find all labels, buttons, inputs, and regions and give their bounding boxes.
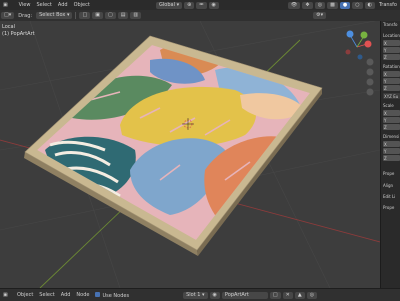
options-dropdown[interactable]: ⚙▾ [313, 12, 327, 19]
navigation-gizmo[interactable] [345, 30, 372, 60]
divider [75, 12, 77, 19]
viewport-scene [0, 21, 380, 288]
dimensions-x-field[interactable]: X [383, 141, 400, 147]
duplicate-material-icon[interactable]: □ [269, 291, 281, 299]
grid-view-icon[interactable] [366, 88, 374, 96]
shading-material-icon[interactable]: ○ [352, 1, 363, 9]
gizmo-neg-z-icon[interactable] [357, 54, 363, 60]
gizmo-neg-x-icon[interactable] [345, 49, 351, 55]
xray-icon[interactable]: ▩ [327, 1, 338, 9]
proportional-edit-icon[interactable]: ◉ [208, 1, 219, 9]
visibility-icon[interactable]: 👁 [287, 1, 301, 9]
overlay-icon[interactable]: ◎ [314, 1, 326, 9]
n-panel-sidebar: Transfo Location X Y Z Rotation X Y Z XY… [380, 21, 400, 288]
material-name-label: PopArtArt [224, 291, 249, 298]
3d-viewport[interactable]: Local (1) PopArtArt [0, 21, 380, 288]
rotation-z-field[interactable]: Z [383, 85, 400, 91]
material-browse-icon[interactable]: ◉ [209, 291, 220, 299]
material-name-field[interactable]: PopArtArt [221, 291, 268, 299]
select-mode-dropdown[interactable]: Select Box ▾ [36, 12, 73, 19]
shading-solid-icon[interactable]: ● [339, 1, 351, 9]
properties-panel-header[interactable]: Prope [383, 171, 394, 176]
select-mode-intersect-icon[interactable]: ▥ [130, 12, 142, 19]
location-y-field[interactable]: Y [383, 47, 400, 53]
select-mode-invert-icon[interactable]: ▤ [117, 12, 129, 19]
slot-label: Slot 1 [186, 291, 201, 298]
select-mode-set-icon[interactable]: □ [79, 12, 91, 19]
shading-rendered-icon[interactable]: ◐ [364, 1, 375, 9]
rotation-label: Rotation [383, 64, 400, 69]
rotation-mode-dropdown[interactable]: XYZ Eu [383, 93, 400, 99]
zoom-icon[interactable] [366, 58, 374, 66]
dimensions-y-field[interactable]: Y [383, 148, 400, 154]
orientation-label: Global [159, 1, 175, 8]
select-mode-label: Select Box [39, 12, 66, 18]
use-nodes-toggle[interactable]: Use Nodes [92, 291, 132, 299]
use-nodes-label: Use Nodes [102, 292, 130, 299]
menu-view[interactable]: View [16, 2, 34, 8]
shader-editor-header: ▣ Object Select Add Node Use Nodes Slot … [0, 288, 400, 301]
pan-hand-icon[interactable] [366, 68, 374, 76]
slot-dropdown[interactable]: Slot 1 ▾ [183, 291, 208, 299]
location-z-field[interactable]: Z [383, 54, 400, 60]
tool-settings-bar: □▾ Drag: Select Box ▾ □ ▣ ▢ ▤ ▥ ⚙▾ [0, 10, 400, 21]
menu-select[interactable]: Select [33, 2, 54, 8]
scale-label: Scale [383, 103, 394, 108]
menu-node[interactable]: Node [73, 292, 92, 298]
scale-y-field[interactable]: Y [383, 117, 400, 123]
properties-panel-header-2[interactable]: Prope [383, 205, 394, 210]
drag-label: Drag: [18, 12, 33, 19]
dimensions-z-field[interactable]: Z [383, 155, 400, 161]
align-panel-header[interactable]: Align [383, 183, 393, 188]
location-label: Location [383, 33, 400, 38]
edit-linked-panel-header[interactable]: Edit Li [383, 194, 395, 199]
select-mode-subtract-icon[interactable]: ▢ [104, 12, 116, 19]
unlink-material-icon[interactable]: ✕ [282, 291, 293, 299]
location-x-field[interactable]: X [383, 40, 400, 46]
menu-select[interactable]: Select [36, 292, 57, 298]
checkbox-icon [95, 291, 101, 297]
menu-add[interactable]: Add [58, 292, 74, 298]
menu-object[interactable]: Object [14, 292, 36, 298]
gizmo-y-icon[interactable] [360, 31, 368, 39]
scale-z-field[interactable]: Z [383, 124, 400, 130]
dimensions-label: Dimensi [383, 134, 400, 139]
active-object-label: (1) PopArtArt [2, 31, 35, 37]
overlay-icon[interactable]: ◎ [306, 291, 318, 299]
select-mode-extend-icon[interactable]: ▣ [92, 12, 103, 19]
menu-add[interactable]: Add [55, 2, 71, 8]
snap-icon[interactable]: ⚮ [196, 1, 207, 9]
editor-type-icon[interactable]: ▣ [0, 292, 14, 298]
scale-x-field[interactable]: X [383, 110, 400, 116]
gizmo-x-icon[interactable] [364, 40, 372, 48]
properties-hint[interactable]: Transfo [376, 2, 400, 8]
transform-panel-header[interactable]: Transfo [383, 22, 397, 27]
camera-view-icon[interactable] [366, 78, 374, 86]
viewport-nav-buttons [366, 58, 374, 96]
transform-orientation-dropdown[interactable]: Global ▾ [156, 1, 183, 9]
view-mode-label: Local [2, 24, 15, 30]
gizmo-z-icon[interactable] [346, 30, 354, 38]
rotation-x-field[interactable]: X [383, 71, 400, 77]
menu-object[interactable]: Object [71, 2, 93, 8]
gizmo-icon[interactable]: ❖ [302, 1, 313, 9]
pin-icon[interactable]: ▲ [294, 291, 305, 299]
pivot-point-icon[interactable]: ⊕ [184, 1, 195, 9]
editor-type-icon[interactable]: ▣ [0, 2, 16, 8]
rotation-y-field[interactable]: Y [383, 78, 400, 84]
object-mode-dropdown[interactable]: □▾ [1, 12, 15, 19]
